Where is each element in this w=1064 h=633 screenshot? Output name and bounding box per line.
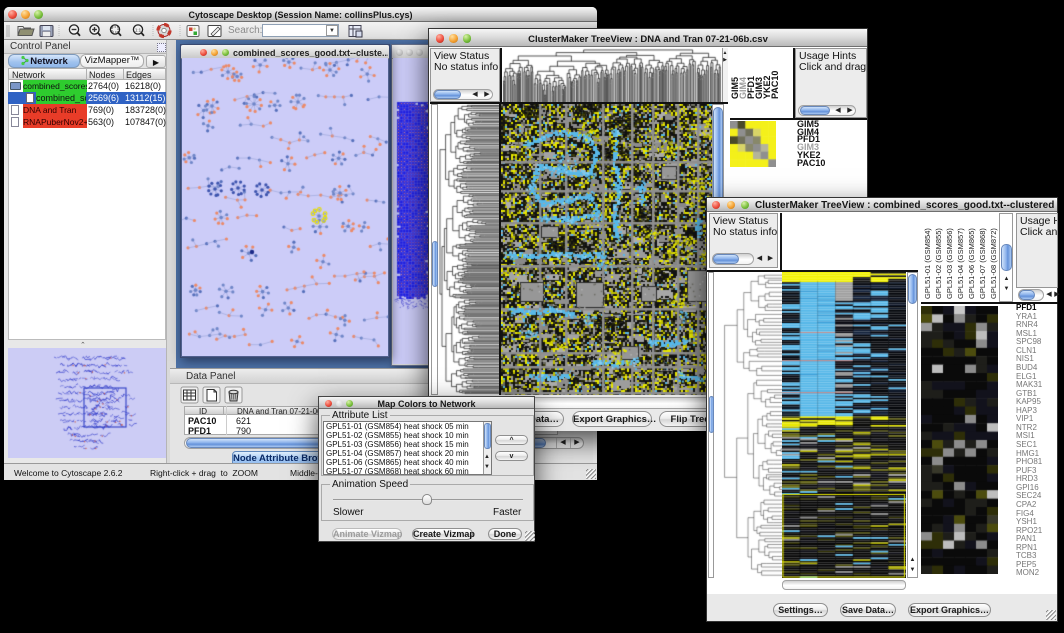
- svg-text:1:1: 1:1: [135, 28, 142, 33]
